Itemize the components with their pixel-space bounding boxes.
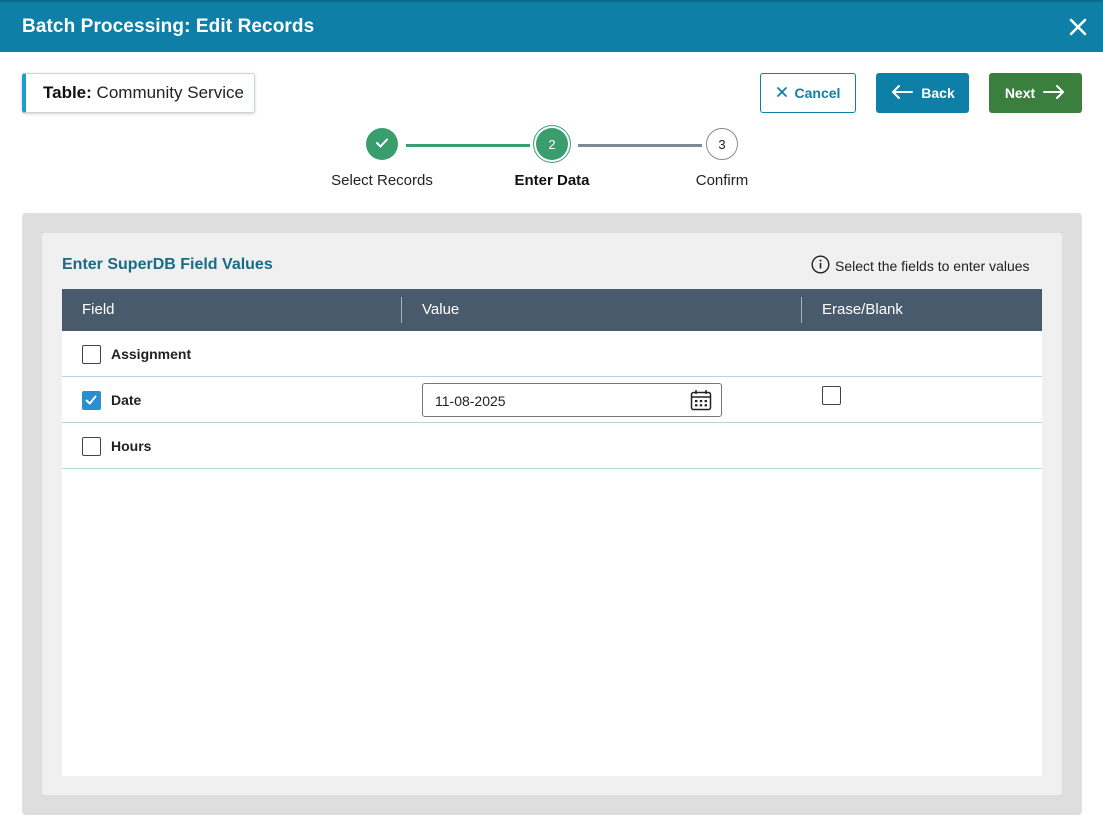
erase-blank-checkbox-date[interactable] [822, 386, 841, 405]
step-2-number: 2 [548, 136, 556, 152]
dialog-title: Batch Processing: Edit Records [22, 16, 315, 37]
info-icon [811, 255, 830, 277]
next-button[interactable]: Next [989, 73, 1082, 113]
table-name-chip: Table: Community Service [22, 73, 255, 113]
arrow-right-icon [1042, 84, 1066, 103]
calendar-icon[interactable] [690, 389, 712, 411]
table-chip-key: Table: [43, 83, 92, 102]
arrow-left-icon [890, 84, 914, 103]
column-header-field: Field [82, 301, 115, 318]
back-button[interactable]: Back [876, 73, 969, 113]
column-header-erase-blank: Erase/Blank [822, 301, 903, 318]
field-name: Date [111, 392, 142, 408]
stepper-connector-pending [578, 144, 702, 147]
step-2-active: 2 [536, 128, 568, 160]
section-hint-text: Select the fields to enter values [835, 258, 1030, 274]
step-3-pending: 3 [706, 128, 738, 160]
grid-header: Field Value Erase/Blank [62, 289, 1042, 331]
next-button-label: Next [1004, 85, 1036, 101]
column-header-value: Value [422, 301, 460, 318]
step-1-label: Select Records [331, 172, 433, 189]
column-divider [401, 297, 402, 323]
date-input-value: 11-08-2025 [435, 393, 506, 409]
step-2-label: Enter Data [514, 172, 590, 189]
back-button-label: Back [921, 85, 955, 101]
row-checkbox-assignment[interactable] [82, 345, 101, 364]
cancel-button-label: Cancel [794, 85, 841, 101]
section-hint: Select the fields to enter values [811, 255, 1030, 277]
table-row: Assignment [62, 331, 1042, 377]
table-row: Hours [62, 423, 1042, 469]
table-row: Date 11-08-2025 [62, 377, 1042, 423]
stepper-connector-complete [406, 144, 530, 147]
column-divider [801, 297, 802, 323]
step-3-number: 3 [718, 136, 726, 152]
dialog-titlebar: Batch Processing: Edit Records [0, 0, 1103, 52]
step-1-complete [366, 128, 398, 160]
step-3-label: Confirm [695, 172, 749, 189]
field-name: Hours [111, 438, 152, 454]
close-icon[interactable] [1065, 14, 1091, 40]
date-input[interactable]: 11-08-2025 [422, 383, 722, 417]
row-checkbox-date[interactable] [82, 391, 101, 410]
section-title: Enter SuperDB Field Values [62, 256, 273, 273]
field-name: Assignment [111, 346, 192, 362]
table-chip-value: Community Service [96, 83, 244, 102]
close-icon [776, 85, 788, 101]
row-checkbox-hours[interactable] [82, 437, 101, 456]
fields-grid: Field Value Erase/Blank Assignment Date … [62, 289, 1042, 776]
checkmark-icon [375, 137, 389, 152]
cancel-button[interactable]: Cancel [760, 73, 856, 113]
